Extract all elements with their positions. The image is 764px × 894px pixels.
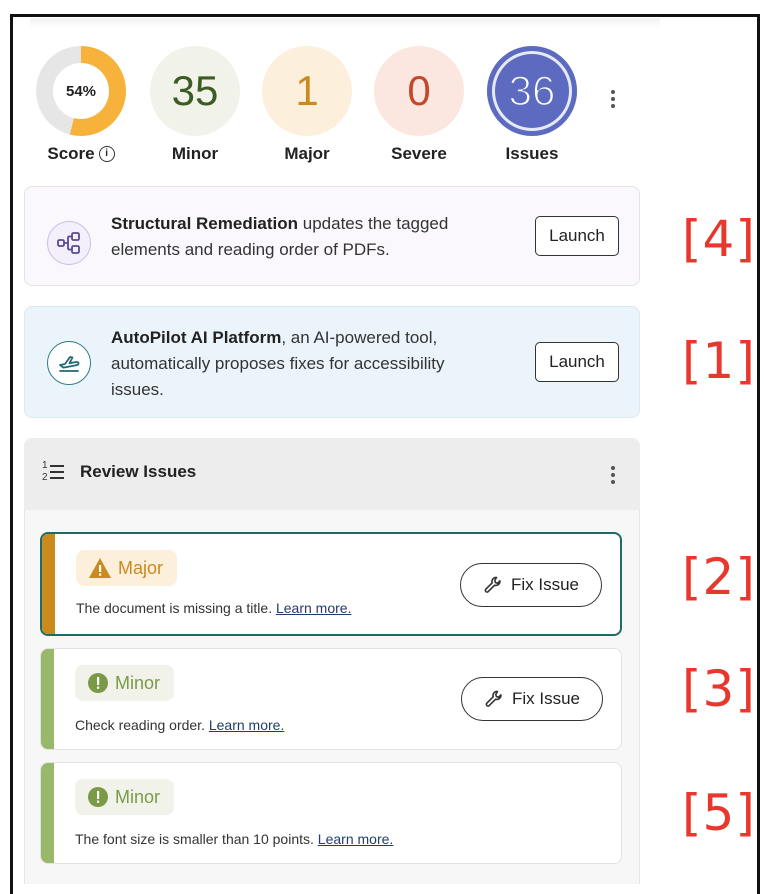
major-label: Major <box>284 144 330 163</box>
review-issues-title: Review Issues <box>80 462 197 481</box>
issue-description: The font size is smaller than 10 points.… <box>75 831 394 847</box>
learn-more-link[interactable]: Learn more. <box>209 717 284 733</box>
score-value: 54% <box>53 63 109 119</box>
severity-label: Major <box>118 557 164 578</box>
annotation-marker-1: [1] <box>682 332 756 390</box>
annotation-marker-4: [4] <box>682 210 756 268</box>
issue-card-minor-font-size[interactable]: Minor The font size is smaller than 10 p… <box>40 762 622 864</box>
autopilot-card: AutoPilot AI Platform, an AI-powered too… <box>24 306 640 418</box>
info-icon[interactable]: i <box>98 146 115 162</box>
autopilot-desc-2: automatically proposes fixes for accessi… <box>111 354 445 373</box>
issue-card-major[interactable]: Major The document is missing a title. L… <box>40 532 622 636</box>
issue-description: Check reading order. Learn more. <box>75 717 285 733</box>
numbered-list-icon: 1 2 <box>42 460 66 484</box>
issues-label: Issues <box>505 144 559 163</box>
review-more-options-icon[interactable] <box>610 466 616 484</box>
structural-remediation-text: Structural Remediation updates the tagge… <box>111 211 448 263</box>
review-issues-header: 1 2 Review Issues <box>24 438 640 510</box>
wrench-icon <box>485 690 502 707</box>
learn-more-link[interactable]: Learn more. <box>318 831 393 847</box>
severe-count: 0 <box>374 46 464 136</box>
exclamation-circle-icon <box>88 787 108 807</box>
issues-metric[interactable]: 36 Issues <box>487 46 577 164</box>
fix-issue-button[interactable]: Fix Issue <box>460 563 602 607</box>
severe-label: Severe <box>391 144 447 163</box>
severity-badge: Minor <box>75 779 175 815</box>
more-options-icon[interactable] <box>610 90 616 108</box>
major-metric[interactable]: 1 Major <box>262 46 352 164</box>
score-donut: 54% <box>36 46 126 136</box>
autopilot-desc-3: issues. <box>111 380 164 399</box>
severity-stripe <box>42 534 55 634</box>
annotation-marker-3: [3] <box>682 660 756 718</box>
severity-badge: Minor <box>75 665 175 701</box>
score-metric: 54% Score i <box>36 46 126 164</box>
annotation-marker-2: [2] <box>682 548 756 606</box>
severity-stripe <box>41 649 54 749</box>
structure-tree-icon <box>47 221 91 265</box>
severe-metric[interactable]: 0 Severe <box>374 46 464 164</box>
issues-count: 36 <box>487 46 577 136</box>
fix-issue-button[interactable]: Fix Issue <box>461 677 603 721</box>
annotation-marker-5: [5] <box>682 784 756 842</box>
severity-badge: Major <box>76 550 178 586</box>
score-label: Score <box>47 144 95 163</box>
minor-count: 35 <box>150 46 240 136</box>
minor-metric[interactable]: 35 Minor <box>150 46 240 164</box>
severity-label: Minor <box>115 672 161 693</box>
structural-remediation-desc-2: elements and reading order of PDFs. <box>111 240 390 259</box>
structural-remediation-desc-1: updates the tagged <box>298 214 449 233</box>
warning-triangle-icon <box>89 558 111 578</box>
top-divider <box>30 18 660 28</box>
issue-description: The document is missing a title. Learn m… <box>76 600 352 616</box>
severity-label: Minor <box>115 786 161 807</box>
minor-label: Minor <box>171 144 219 163</box>
wrench-icon <box>484 576 501 593</box>
severity-stripe <box>41 763 54 863</box>
exclamation-circle-icon <box>88 673 108 693</box>
airplane-icon <box>47 341 91 385</box>
autopilot-text: AutoPilot AI Platform, an AI-powered too… <box>111 325 445 403</box>
autopilot-desc-1: , an AI-powered tool, <box>281 328 438 347</box>
issue-card-minor[interactable]: Minor Check reading order. Learn more. F… <box>40 648 622 750</box>
learn-more-link[interactable]: Learn more. <box>276 600 351 616</box>
structural-remediation-title: Structural Remediation <box>111 214 299 233</box>
structural-remediation-launch-button[interactable]: Launch <box>535 216 619 256</box>
autopilot-title: AutoPilot AI Platform <box>111 328 282 347</box>
autopilot-launch-button[interactable]: Launch <box>535 342 619 382</box>
structural-remediation-card: Structural Remediation updates the tagge… <box>24 186 640 286</box>
major-count: 1 <box>262 46 352 136</box>
